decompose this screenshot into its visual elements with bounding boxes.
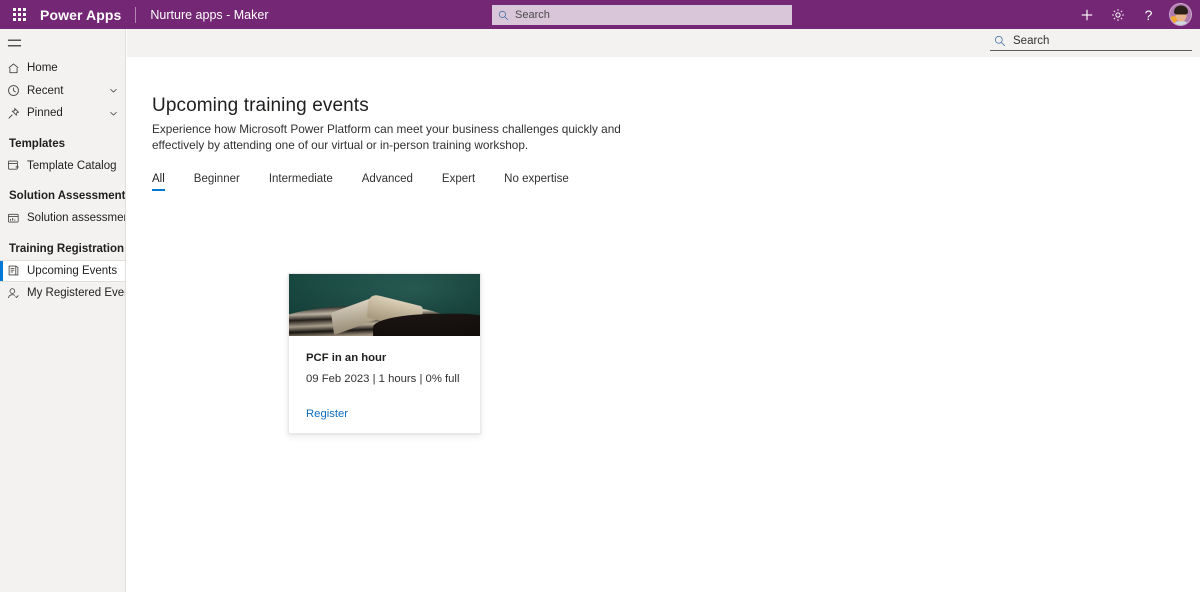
open-book-photo — [289, 274, 480, 336]
event-title: PCF in an hour — [306, 352, 387, 364]
environment-name[interactable]: Nurture apps - Maker — [150, 8, 268, 22]
global-search-input[interactable]: Search — [492, 5, 792, 25]
template-catalog-icon — [7, 159, 27, 172]
left-navigation: Home Recent Pinned Templates Template Ca… — [0, 29, 126, 592]
clock-icon — [7, 84, 27, 97]
image-vignette — [289, 274, 480, 336]
upcoming-events-icon — [7, 264, 27, 277]
sidebar-group-templates: Templates — [9, 137, 66, 150]
event-meta: 09 Feb 2023 | 1 hours | 0% full — [306, 373, 460, 385]
sidebar-item-recent[interactable]: Recent — [0, 80, 125, 103]
chevron-down-icon[interactable] — [108, 108, 119, 119]
help-button[interactable]: ? — [1133, 0, 1164, 29]
person-icon — [7, 287, 27, 300]
page-title: Upcoming training events — [152, 94, 369, 116]
sidebar-item-label: Solution assessment — [27, 212, 126, 225]
header-actions: ? — [1071, 0, 1196, 29]
main-content: Upcoming training events Experience how … — [127, 57, 1200, 592]
sidebar-item-label: Template Catalog — [27, 159, 117, 172]
search-icon — [498, 10, 509, 21]
sidebar-item-label: Recent — [27, 84, 64, 97]
tab-beginner[interactable]: Beginner — [194, 173, 240, 191]
app-header: Power Apps Nurture apps - Maker Search ? — [0, 0, 1200, 29]
sidebar-item-label: Upcoming Events — [27, 264, 118, 277]
tab-intermediate[interactable]: Intermediate — [269, 173, 333, 191]
gear-icon[interactable] — [1102, 0, 1133, 29]
solution-assessment-icon — [7, 212, 27, 225]
sidebar-item-home[interactable]: Home — [0, 57, 125, 80]
tab-all[interactable]: All — [152, 173, 165, 191]
brand-title[interactable]: Power Apps — [38, 7, 121, 23]
avatar-hair — [1173, 5, 1188, 15]
waffle-grid — [12, 8, 26, 21]
sidebar-item-label: Pinned — [27, 107, 63, 120]
sidebar-item-upcoming-events[interactable]: Upcoming Events — [0, 259, 125, 282]
sidebar-item-label: Home — [27, 62, 58, 75]
sidebar-group-training-registration: Training Registration — [9, 242, 125, 255]
sidebar-item-label: My Registered Events — [27, 287, 125, 300]
app-launcher-icon[interactable] — [0, 0, 38, 29]
register-link[interactable]: Register — [306, 408, 348, 420]
menu-toggle-icon[interactable] — [0, 29, 125, 57]
sidebar-item-pinned[interactable]: Pinned — [0, 102, 125, 125]
pin-icon — [7, 107, 27, 120]
search-input[interactable]: Search — [990, 35, 1192, 51]
page-description: Experience how Microsoft Power Platform … — [152, 121, 621, 152]
sidebar-group-solution-assessment: Solution Assessment — [9, 190, 126, 202]
event-card[interactable]: PCF in an hour 09 Feb 2023 | 1 hours | 0… — [288, 273, 481, 434]
tab-no-expertise[interactable]: No expertise — [504, 173, 569, 191]
expertise-level-tabs: All Beginner Intermediate Advanced Exper… — [152, 165, 598, 191]
avatar[interactable] — [1169, 3, 1192, 26]
tab-expert[interactable]: Expert — [442, 173, 475, 191]
global-search-placeholder: Search — [515, 9, 550, 21]
sidebar-item-my-registered-events[interactable]: My Registered Events — [0, 282, 125, 305]
home-icon — [7, 62, 27, 75]
chevron-down-icon[interactable] — [108, 85, 119, 96]
avatar-status-badge — [1170, 16, 1177, 23]
sidebar-item-template-catalog[interactable]: Template Catalog — [0, 155, 125, 178]
sidebar-item-solution-assessment[interactable]: Solution assessment — [0, 207, 125, 230]
command-bar: Search — [127, 29, 1200, 57]
tab-advanced[interactable]: Advanced — [362, 173, 413, 191]
search-placeholder: Search — [1013, 35, 1050, 47]
search-icon — [994, 35, 1006, 47]
new-button[interactable] — [1071, 0, 1102, 29]
header-divider — [135, 6, 137, 23]
